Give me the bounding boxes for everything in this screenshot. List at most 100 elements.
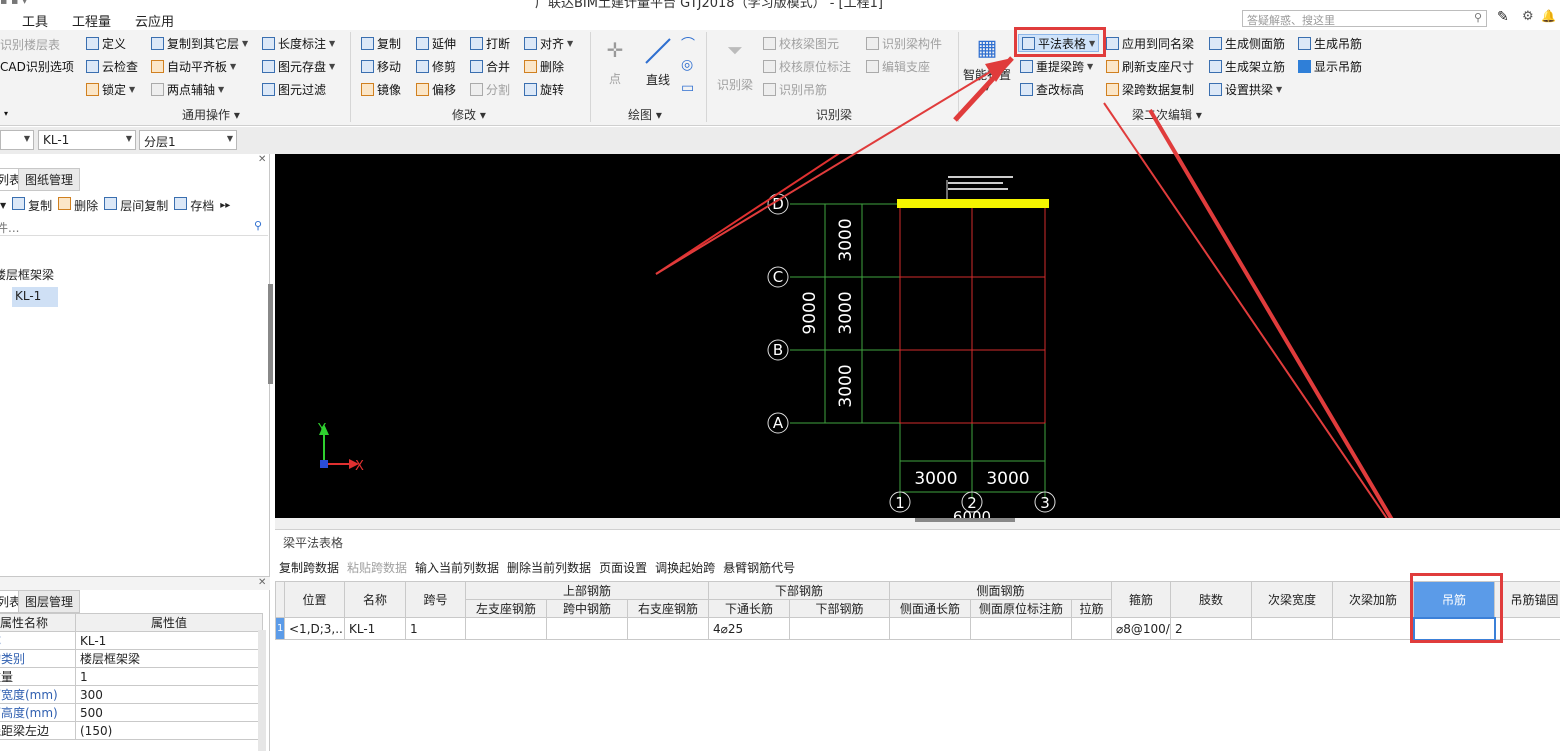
beam-name-combo[interactable]: KL-1 ▼ <box>38 130 136 150</box>
menu-cloud[interactable]: 云应用 <box>135 11 174 30</box>
identify-beam-component-button[interactable]: 识别梁构件 <box>866 34 942 52</box>
col-bottom-through[interactable]: 下通长筋 <box>708 599 791 618</box>
arc-tool-icon[interactable]: ⌒ <box>681 34 695 54</box>
col-name[interactable]: 名称 <box>344 581 406 618</box>
rotate-button[interactable]: 旋转 <box>524 80 564 98</box>
bell-icon[interactable]: 🔔 <box>1541 9 1556 23</box>
auto-align-slab-button[interactable]: 自动平齐板 ▼ <box>151 57 236 75</box>
col-tie-bar[interactable]: 拉筋 <box>1071 599 1113 618</box>
identify-hanger-button[interactable]: 识别吊筋 <box>763 80 827 98</box>
prop-value[interactable]: 300 <box>75 685 263 704</box>
change-elevation-button[interactable]: 查改标高 <box>1020 80 1084 98</box>
cell-secondary-bar[interactable] <box>1332 617 1415 640</box>
cantilever-code-button[interactable]: 悬臂钢筋代号 <box>723 559 795 576</box>
element-filter-button[interactable]: 图元过滤 <box>262 80 326 98</box>
cell-span[interactable]: 1 <box>405 617 466 640</box>
close-icon[interactable]: ✕ <box>258 154 266 165</box>
re-extract-span-button[interactable]: 重提梁跨 ▼ <box>1020 57 1093 75</box>
generate-erection-bar-button[interactable]: 生成架立筋 <box>1209 57 1285 75</box>
row-index[interactable]: 1 <box>275 617 285 640</box>
expand-caret-icon[interactable]: ▾ <box>4 104 8 122</box>
check-original-label-button[interactable]: 校核原位标注 <box>763 57 851 75</box>
menu-tools[interactable]: 工具 <box>22 11 48 30</box>
search-icon[interactable]: ⚲ <box>1474 11 1482 24</box>
group-general-label[interactable]: 通用操作 ▾ <box>182 106 240 123</box>
edit-support-button[interactable]: 编辑支座 <box>866 57 930 75</box>
paste-span-data-button[interactable]: 粘贴跨数据 <box>347 559 407 576</box>
align-button[interactable]: 对齐 ▼ <box>524 34 573 52</box>
lock-button[interactable]: 锁定 ▼ <box>86 80 135 98</box>
cell-hanger-anchor[interactable] <box>1494 617 1560 640</box>
copy-component-button[interactable]: 复制 <box>12 196 52 214</box>
set-arch-beam-button[interactable]: 设置拱梁 ▼ <box>1209 80 1282 98</box>
cell-left-support[interactable] <box>465 617 547 640</box>
search-icon[interactable]: ⚲ <box>254 219 262 232</box>
col-left-support[interactable]: 左支座钢筋 <box>465 599 547 618</box>
col-side-original[interactable]: 侧面原位标注筋 <box>970 599 1073 618</box>
col-span[interactable]: 跨号 <box>405 581 466 618</box>
identify-beam-button[interactable]: ⏷ 识别梁 <box>714 38 756 93</box>
identify-floor-table-button[interactable]: 识别楼层表 <box>0 35 60 53</box>
cad-identify-options-button[interactable]: CAD识别选项 <box>0 57 74 75</box>
tab-drawing-management[interactable]: 图纸管理 <box>18 168 81 191</box>
col-position[interactable]: 位置 <box>284 581 345 618</box>
gear-icon[interactable]: ⚙ <box>1522 9 1534 24</box>
trim-button[interactable]: 修剪 <box>416 57 456 75</box>
element-save-button[interactable]: 图元存盘 ▼ <box>262 57 335 75</box>
tab-layer-management[interactable]: 图层管理 <box>18 590 81 613</box>
generate-side-bar-button[interactable]: 生成侧面筋 <box>1209 34 1285 52</box>
close-icon[interactable]: ✕ <box>258 577 266 588</box>
circle-tool-icon[interactable]: ◎ <box>681 57 693 73</box>
copy-span-data-button[interactable]: 复制跨数据 <box>279 559 339 576</box>
tree-group-frame-beam[interactable]: 楼层框架梁 <box>0 266 54 283</box>
length-dimension-button[interactable]: 长度标注 ▼ <box>262 34 335 52</box>
cell-tie-bar[interactable] <box>1071 617 1113 640</box>
point-tool[interactable]: ✛ 点 <box>600 36 630 96</box>
smart-layout-button[interactable]: ▦ 智能布置 ▼ <box>962 36 1012 92</box>
search-box[interactable]: 答疑解惑、搜这里 ⚲ <box>1242 10 1487 27</box>
cell-stirrup[interactable]: ⌀8@100/ <box>1111 617 1172 640</box>
col-stirrup[interactable]: 箍筋 <box>1111 581 1172 618</box>
properties-scrollbar[interactable] <box>258 630 266 751</box>
break-button[interactable]: 打断 <box>470 34 510 52</box>
pen-icon[interactable]: ✎ <box>1497 9 1509 25</box>
col-secondary-width[interactable]: 次梁宽度 <box>1251 581 1334 618</box>
show-hanger-checkbox[interactable]: 显示吊筋 <box>1298 57 1362 75</box>
rect-tool-icon[interactable]: ▭ <box>681 80 694 96</box>
layer-combo[interactable]: 分层1 ▼ <box>139 130 237 150</box>
apply-same-beam-button[interactable]: 应用到同名梁 <box>1106 34 1194 52</box>
page-settings-button[interactable]: 页面设置 <box>599 559 647 576</box>
cell-right-support[interactable] <box>626 617 710 640</box>
menu-quantity[interactable]: 工程量 <box>72 11 111 30</box>
col-hanger-anchor[interactable]: 吊筋锚固 <box>1494 581 1560 618</box>
panel-splitter[interactable] <box>268 284 273 384</box>
copy-to-other-floor-button[interactable]: 复制到其它层 ▼ <box>151 34 248 52</box>
group-draw-label[interactable]: 绘图 ▾ <box>628 106 662 123</box>
col-side-through[interactable]: 侧面通长筋 <box>889 599 972 618</box>
canvas-scrollbar[interactable] <box>275 518 1560 529</box>
delete-button[interactable]: 删除 <box>524 57 564 75</box>
check-beam-element-button[interactable]: 校核梁图元 <box>763 34 839 52</box>
col-bottom-bar[interactable]: 下部钢筋 <box>789 599 891 618</box>
cell-name[interactable]: KL-1 <box>344 617 406 640</box>
swap-start-span-button[interactable]: 调换起始跨 <box>655 559 715 576</box>
copy-span-data-button[interactable]: 梁跨数据复制 <box>1106 80 1194 98</box>
merge-button[interactable]: 合并 <box>470 57 510 75</box>
cell-side-original[interactable] <box>970 617 1073 640</box>
extend-button[interactable]: 延伸 <box>416 34 456 52</box>
delete-component-button[interactable]: 删除 <box>58 196 98 214</box>
define-button[interactable]: 定义 <box>86 34 126 52</box>
quick-access-toolbar[interactable]: ▪ ▪ ▾ <box>0 0 90 7</box>
group-modify-label[interactable]: 修改 ▾ <box>452 106 486 123</box>
line-tool[interactable]: 直线 <box>641 36 675 96</box>
cell-secondary-width[interactable] <box>1251 617 1334 640</box>
copy-button[interactable]: 复制 <box>361 34 401 52</box>
more-icon[interactable]: ▸▸ <box>220 200 230 211</box>
cad-canvas[interactable]: D C B A 1 2 3 3000 3000 6000 3000 3000 3… <box>275 154 1560 518</box>
cell-bottom-through[interactable]: 4⌀25 <box>708 617 791 640</box>
input-column-button[interactable]: 输入当前列数据 <box>415 559 499 576</box>
refresh-support-button[interactable]: 刷新支座尺寸 <box>1106 57 1194 75</box>
archive-button[interactable]: 存档 <box>174 196 214 214</box>
split-button[interactable]: 分割 <box>470 80 510 98</box>
cell-bottom-bar[interactable] <box>789 617 891 640</box>
